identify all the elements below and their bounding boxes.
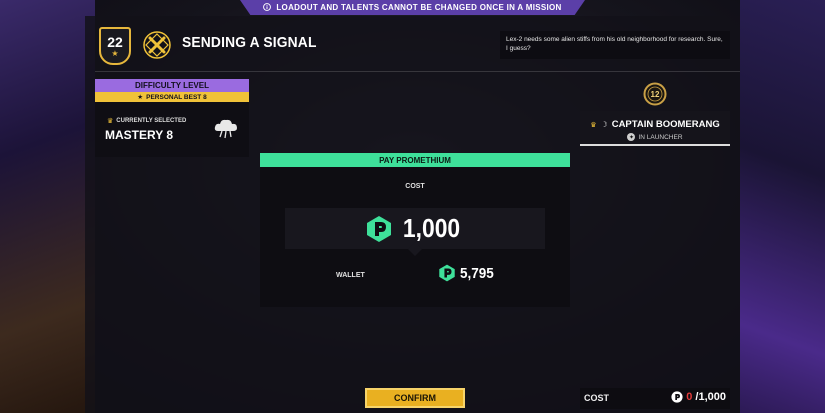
cost-summary-label: COST <box>584 393 610 403</box>
header-divider <box>95 71 740 72</box>
character-name: CAPTAIN BOOMERANG <box>611 119 720 130</box>
background-right <box>740 0 825 413</box>
promethium-icon <box>438 264 456 282</box>
payment-heading: PAY PROMETHIUM <box>260 153 570 167</box>
wallet-balance: 5,795 <box>438 264 498 282</box>
player-level: 22 <box>107 34 123 50</box>
crown-icon: ♛ <box>107 118 114 125</box>
currently-selected-label: ♛ CURRENTLY SELECTED <box>107 117 186 125</box>
cost-box: 1,000 <box>285 208 545 257</box>
wallet-amount: 5,795 <box>460 264 494 282</box>
background-left <box>0 0 95 413</box>
difficulty-card[interactable]: DIFFICULTY LEVEL ★ PERSONAL BEST 8 ♛ CUR… <box>95 79 249 157</box>
player-level-badge: 22 ★ <box>99 27 131 65</box>
boomerang-icon: ☽ <box>600 120 608 129</box>
character-card[interactable]: ♛ ☽ CAPTAIN BOOMERANG ✦ IN LAUNCHER <box>580 111 730 146</box>
cost-summary-bar: COST 0/1,000 <box>580 388 730 409</box>
info-icon <box>263 2 272 13</box>
warning-text: LOADOUT AND TALENTS CANNOT BE CHANGED ON… <box>276 3 562 12</box>
wallet-label: WALLET <box>336 272 365 279</box>
character-status-row: ✦ IN LAUNCHER <box>580 133 730 141</box>
launcher-icon: ✦ <box>627 133 636 141</box>
promethium-icon <box>671 391 683 403</box>
cost-summary-value: 0/1,000 <box>671 391 726 403</box>
cost-label: COST <box>405 183 425 190</box>
promethium-icon <box>365 215 393 243</box>
star-icon: ★ <box>111 49 119 58</box>
personal-best-text: PERSONAL BEST 8 <box>146 93 207 101</box>
difficulty-heading: DIFFICULTY LEVEL <box>95 79 249 92</box>
character-name-row: ♛ ☽ CAPTAIN BOOMERANG <box>580 119 730 130</box>
confirm-button[interactable]: CONFIRM <box>365 388 465 408</box>
signal-x-icon <box>142 30 172 60</box>
emblem-level: 12 <box>651 90 660 99</box>
currently-selected-text: CURRENTLY SELECTED <box>116 118 187 124</box>
crown-icon: ♛ <box>590 121 597 129</box>
character-emblem: 12 <box>643 82 667 106</box>
cost-required: /1,000 <box>695 391 726 403</box>
star-icon: ★ <box>137 94 144 101</box>
cost-amount: 1,000 <box>403 213 461 243</box>
mastery-cloud-icon <box>213 117 239 139</box>
cost-have: 0 <box>686 391 693 403</box>
cost-box-notch <box>407 241 423 257</box>
mission-title: SENDING A SIGNAL <box>182 34 317 51</box>
payment-panel: PAY PROMETHIUM COST 1,000 WALLET 5,795 <box>260 153 570 307</box>
personal-best: ★ PERSONAL BEST 8 <box>95 92 249 102</box>
mission-description: Lex-2 needs some alien stiffs from his o… <box>500 31 730 59</box>
difficulty-value: MASTERY 8 <box>105 128 174 142</box>
warning-banner: LOADOUT AND TALENTS CANNOT BE CHANGED ON… <box>240 0 585 15</box>
character-status: IN LAUNCHER <box>638 133 683 141</box>
